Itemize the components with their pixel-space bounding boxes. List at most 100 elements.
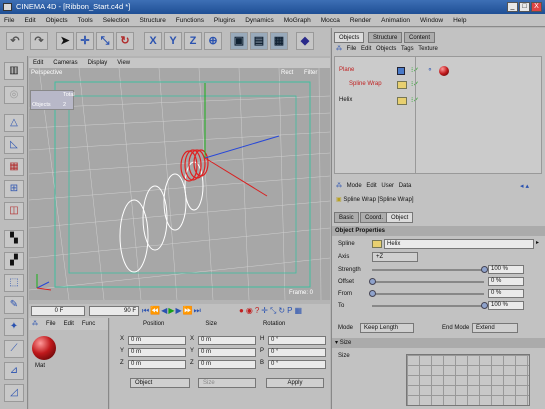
object-row-helix[interactable]: Helix ⁝✓ bbox=[335, 95, 541, 107]
viewport-mode-label[interactable]: Rect bbox=[281, 70, 293, 76]
position-x-field[interactable]: 0 m bbox=[128, 336, 186, 345]
checker-a-icon[interactable]: ▚ bbox=[4, 230, 24, 248]
menu-selection[interactable]: Selection bbox=[99, 14, 134, 27]
undo-icon[interactable]: ↶ bbox=[6, 32, 24, 50]
auto-key-icon[interactable]: ◉ bbox=[246, 306, 255, 315]
tab-objects[interactable]: Objects bbox=[334, 32, 365, 43]
offset-slider-knob[interactable] bbox=[369, 278, 376, 285]
size-z-field[interactable]: 0 m bbox=[198, 360, 256, 369]
coordinate-mode-select[interactable]: Object bbox=[130, 378, 190, 388]
end-mode-select[interactable]: Extend bbox=[472, 323, 518, 333]
planar-icon[interactable]: ◿ bbox=[4, 384, 24, 402]
size-spline-graph[interactable] bbox=[406, 354, 530, 406]
axis-select[interactable]: +Z bbox=[372, 252, 418, 262]
object-axis-icon[interactable]: ◫ bbox=[4, 202, 24, 220]
y-axis-lock-icon[interactable]: Y bbox=[164, 32, 182, 50]
spline-link-arrow-icon[interactable]: ▸ bbox=[536, 239, 542, 249]
scale-icon[interactable]: ⤡ bbox=[96, 32, 114, 50]
plane-material-tag-icon[interactable] bbox=[439, 66, 449, 76]
menu-functions[interactable]: Functions bbox=[172, 14, 208, 27]
tweak-mode-icon[interactable]: ⬚ bbox=[4, 274, 24, 292]
to-slider-track[interactable] bbox=[372, 305, 484, 307]
viewport-menu-edit[interactable]: Edit bbox=[29, 58, 47, 68]
next-key-icon[interactable]: ⏩ bbox=[183, 306, 194, 315]
size-y-field[interactable]: 0 m bbox=[198, 348, 256, 357]
from-field[interactable]: 0 % bbox=[488, 289, 524, 298]
object-row-spline-wrap[interactable]: Spline Wrap ⁝✓ bbox=[335, 79, 541, 91]
points-mode-icon[interactable]: △ bbox=[4, 114, 24, 132]
viewport-menu-display[interactable]: Display bbox=[84, 58, 112, 68]
record-icon[interactable]: ● bbox=[239, 306, 246, 315]
viewport-filter-label[interactable]: Filter bbox=[304, 70, 317, 76]
offset-field[interactable]: 0 % bbox=[488, 277, 524, 286]
menu-edit[interactable]: Edit bbox=[20, 14, 39, 27]
strength-slider-track[interactable] bbox=[372, 269, 484, 271]
axis-lock-icon[interactable]: ⊿ bbox=[4, 362, 24, 380]
tab-coord[interactable]: Coord. bbox=[360, 212, 389, 223]
x-axis-handle[interactable] bbox=[204, 157, 268, 197]
object-menu-edit[interactable]: Edit bbox=[361, 46, 371, 52]
rotate-icon[interactable]: ↻ bbox=[116, 32, 134, 50]
strength-field[interactable]: 100 % bbox=[488, 265, 524, 274]
checker-b-icon[interactable]: ▞ bbox=[4, 252, 24, 270]
start-frame-field[interactable]: 0 F bbox=[31, 306, 85, 316]
attribute-nav-icons[interactable]: ◂ ▴ bbox=[520, 182, 529, 190]
cube-primitive-icon[interactable]: ◆ bbox=[296, 32, 314, 50]
strength-slider-knob[interactable] bbox=[481, 266, 488, 273]
close-button[interactable]: X bbox=[531, 2, 542, 12]
object-name-helix[interactable]: Helix bbox=[339, 97, 352, 103]
position-z-field[interactable]: 0 m bbox=[128, 360, 186, 369]
position-y-field[interactable]: 0 m bbox=[128, 348, 186, 357]
move-icon[interactable]: ✛ bbox=[76, 32, 94, 50]
render-view-icon[interactable]: ▣ bbox=[230, 32, 248, 50]
quantize-icon[interactable]: ⟋ bbox=[4, 340, 24, 358]
menu-plugins[interactable]: Plugins bbox=[210, 14, 239, 27]
model-mode-icon[interactable]: ⊞ bbox=[4, 180, 24, 198]
tab-basic[interactable]: Basic bbox=[334, 212, 359, 223]
rotation-key-icon[interactable]: ↻ bbox=[278, 306, 287, 315]
next-frame-icon[interactable]: ▶ bbox=[175, 306, 182, 315]
go-to-end-icon[interactable]: ⏭ bbox=[194, 306, 202, 315]
redo-icon[interactable]: ↷ bbox=[30, 32, 48, 50]
select-arrow-icon[interactable]: ➤ bbox=[56, 32, 74, 50]
material-name[interactable]: Mat bbox=[35, 363, 45, 369]
menu-objects[interactable]: Objects bbox=[42, 14, 72, 27]
from-slider-knob[interactable] bbox=[369, 290, 376, 297]
menu-mograph[interactable]: MoGraph bbox=[280, 14, 315, 27]
material-swatch[interactable] bbox=[32, 336, 56, 360]
to-field[interactable]: 100 % bbox=[488, 301, 524, 310]
apply-button[interactable]: Apply bbox=[266, 378, 324, 388]
object-name-plane[interactable]: Plane bbox=[339, 67, 354, 73]
offset-slider-track[interactable] bbox=[372, 281, 484, 283]
material-menu-edit[interactable]: Edit bbox=[61, 318, 77, 330]
polygons-mode-icon[interactable]: ▦ bbox=[4, 158, 24, 176]
menu-file[interactable]: File bbox=[0, 14, 18, 27]
plane-texture-tag-icon[interactable]: ⚬ bbox=[427, 66, 433, 74]
tab-structure[interactable]: Structure bbox=[368, 32, 403, 43]
object-menu-tags[interactable]: Tags bbox=[401, 46, 414, 52]
render-region-icon[interactable]: ▤ bbox=[250, 32, 268, 50]
tab-object[interactable]: Object bbox=[386, 212, 414, 223]
maximize-button[interactable]: □ bbox=[519, 2, 530, 12]
texture-mode-icon[interactable]: ◎ bbox=[4, 86, 24, 104]
menu-window[interactable]: Window bbox=[416, 14, 447, 27]
size-mode-select[interactable]: Size bbox=[198, 378, 256, 388]
menu-mocca[interactable]: Mocca bbox=[317, 14, 344, 27]
pla-key-icon[interactable]: ▦ bbox=[294, 306, 304, 315]
object-menu-file[interactable]: File bbox=[347, 46, 357, 52]
object-menu-objects[interactable]: Objects bbox=[376, 46, 396, 52]
x-axis-lock-icon[interactable]: X bbox=[144, 32, 162, 50]
spline-link-field[interactable]: Helix bbox=[384, 239, 534, 249]
minimize-button[interactable]: _ bbox=[507, 2, 518, 12]
rotation-p-field[interactable]: 0 ° bbox=[268, 348, 326, 357]
viewport-menu-cameras[interactable]: Cameras bbox=[49, 58, 81, 68]
menu-render[interactable]: Render bbox=[346, 14, 375, 27]
material-menu-func[interactable]: Func bbox=[79, 318, 98, 330]
snap-icon[interactable]: ✦ bbox=[4, 318, 24, 336]
end-frame-field[interactable]: 90 F bbox=[89, 306, 139, 316]
z-axis-lock-icon[interactable]: Z bbox=[184, 32, 202, 50]
menu-help[interactable]: Help bbox=[449, 14, 470, 27]
position-key-icon[interactable]: ✛ bbox=[261, 306, 270, 315]
tab-content[interactable]: Content bbox=[404, 32, 436, 43]
material-menu-file[interactable]: File bbox=[43, 318, 59, 330]
